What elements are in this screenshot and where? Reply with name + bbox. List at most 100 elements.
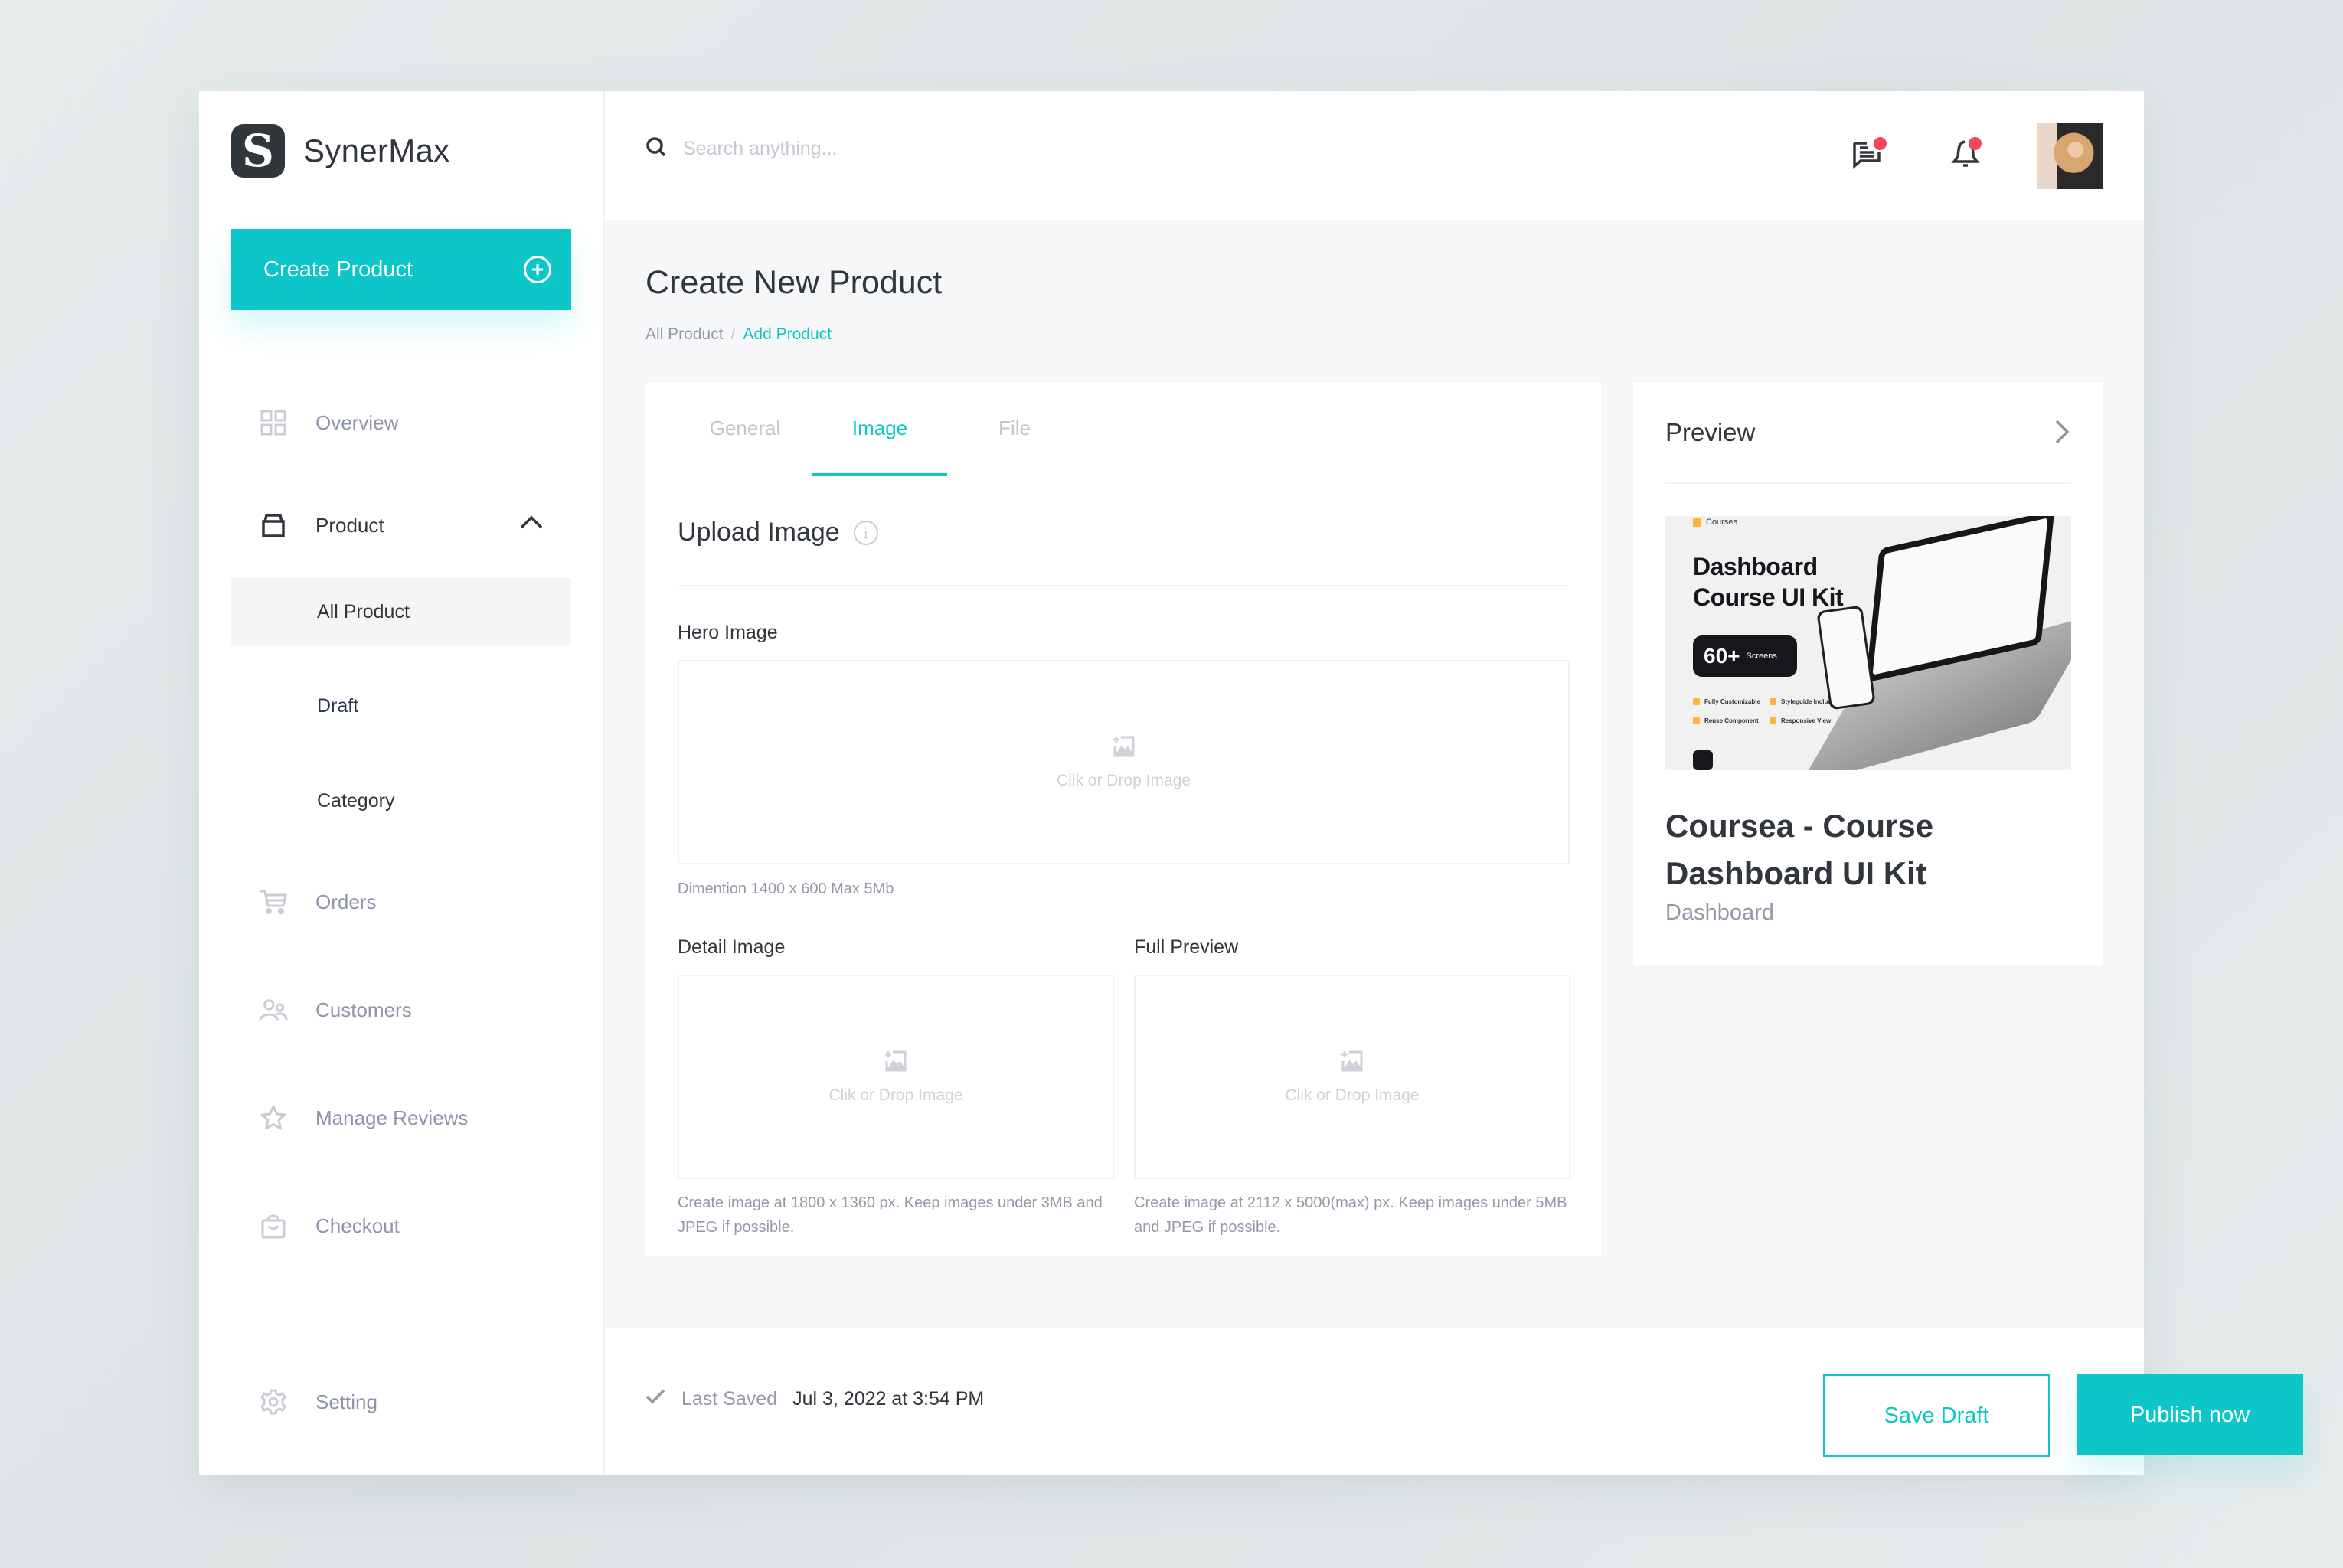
sidebar-item-label: Product (315, 513, 384, 537)
search-input[interactable] (683, 138, 1142, 160)
dropzone-text: Clik or Drop Image (1056, 772, 1191, 789)
grid-icon (259, 408, 288, 437)
publish-button[interactable]: Publish now (2077, 1374, 2303, 1455)
create-product-label: Create Product (263, 256, 413, 282)
add-image-icon (884, 1049, 908, 1077)
box-icon (259, 511, 288, 540)
save-draft-button[interactable]: Save Draft (1823, 1374, 2050, 1457)
user-avatar[interactable] (2037, 123, 2103, 189)
top-bar (605, 91, 2144, 220)
breadcrumb-add-product[interactable]: Add Product (743, 325, 832, 344)
sidebar-item-setting[interactable]: Setting (231, 1369, 571, 1435)
tab-image[interactable]: Image (812, 412, 947, 476)
brand-logo-icon (1693, 518, 1701, 527)
sidebar-subitem-all-product[interactable]: All Product (231, 578, 571, 645)
add-image-icon (1340, 1049, 1364, 1077)
tab-file[interactable]: File (947, 412, 1082, 476)
users-icon (259, 995, 288, 1024)
thumbnail-feature: Fully Customizable (1693, 698, 1760, 705)
full-preview-dropzone[interactable]: Clik or Drop Image (1134, 975, 1570, 1179)
last-saved-value: Jul 3, 2022 at 3:54 PM (792, 1388, 985, 1410)
sidebar-item-label: Overview (315, 410, 399, 434)
thumbnail-headline-line: Course UI Kit (1693, 583, 1844, 611)
sidebar-item-manage-reviews[interactable]: Manage Reviews (231, 1085, 571, 1151)
info-icon[interactable]: i (853, 520, 878, 545)
cart-icon (259, 887, 288, 916)
sidebar: S SynerMax Create Product + Overview Pro… (199, 91, 605, 1475)
search-bar[interactable] (645, 136, 1142, 162)
sidebar-item-label: Customers (315, 998, 412, 1021)
logo[interactable]: S SynerMax (231, 124, 449, 178)
thumbnail-headline: Dashboard Course UI Kit (1693, 551, 1844, 612)
search-icon (645, 136, 668, 162)
figma-icon (1693, 750, 1713, 770)
thumbnail-badge: 60+ Screens (1693, 635, 1797, 677)
app-name: SynerMax (303, 132, 450, 168)
detail-image-hint: Create image at 1800 x 1360 px. Keep ima… (678, 1194, 1103, 1236)
sidebar-item-label: Checkout (315, 1214, 400, 1237)
dropzone-text: Clik or Drop Image (1285, 1086, 1420, 1104)
sidebar-subitem-draft[interactable]: Draft (231, 672, 571, 740)
sidebar-item-label: Orders (315, 890, 377, 913)
sidebar-item-checkout[interactable]: Checkout (231, 1193, 571, 1259)
star-icon (259, 1103, 288, 1132)
thumbnail-brand: Coursea (1693, 518, 1738, 527)
badge-text: Screens (1746, 652, 1777, 661)
app-window: S SynerMax Create Product + Overview Pro… (199, 91, 2303, 1475)
sidebar-item-overview[interactable]: Overview (231, 390, 571, 456)
phone-illustration (1816, 605, 1876, 710)
section-title: Upload Image i (678, 518, 878, 547)
full-preview-hint: Create image at 2112 x 5000(max) px. Kee… (1134, 1194, 1567, 1236)
footer-bar: Last Saved Jul 3, 2022 at 3:54 PM Save D… (605, 1328, 2303, 1475)
check-icon (1770, 698, 1776, 705)
plus-circle-icon: + (524, 256, 551, 283)
breadcrumb-all-product[interactable]: All Product (645, 325, 724, 344)
thumbnail-feature: Responsive View (1770, 717, 1831, 724)
feature-text: Responsive View (1781, 717, 1832, 724)
feature-text: Reuse Component (1704, 717, 1759, 724)
detail-image-dropzone[interactable]: Clik or Drop Image (678, 975, 1114, 1179)
sidebar-item-customers[interactable]: Customers (231, 977, 571, 1043)
sidebar-item-label: Setting (315, 1390, 377, 1413)
page-title: Create New Product (645, 264, 943, 301)
hero-image-dropzone[interactable]: Clik or Drop Image (678, 660, 1570, 864)
preview-thumbnail[interactable]: Coursea Dashboard Course UI Kit 60+ Scre… (1665, 516, 2071, 770)
chevron-up-icon[interactable] (519, 514, 544, 534)
tab-general[interactable]: General (678, 412, 812, 476)
sidebar-item-orders[interactable]: Orders (231, 869, 571, 935)
divider (1665, 482, 2071, 484)
unread-dot (1874, 137, 1887, 150)
badge-number: 60+ (1704, 644, 1740, 668)
logo-icon: S (231, 124, 285, 178)
product-category: Dashboard (1665, 900, 1774, 925)
chevron-right-icon[interactable] (2053, 418, 2071, 449)
messages-button[interactable] (1851, 137, 1888, 174)
check-icon (1770, 717, 1776, 724)
bag-icon (259, 1211, 288, 1240)
full-preview-label: Full Preview (1134, 936, 1239, 958)
add-image-icon (1112, 734, 1136, 763)
thumbnail-brand-name: Coursea (1706, 518, 1738, 527)
gear-icon (259, 1387, 288, 1416)
sidebar-item-product[interactable]: Product (231, 492, 571, 558)
divider (678, 585, 1569, 586)
last-saved-status: Last Saved Jul 3, 2022 at 3:54 PM (645, 1388, 984, 1410)
create-product-button[interactable]: Create Product + (231, 229, 571, 310)
hero-image-hint: Dimention 1400 x 600 Max 5Mb (678, 880, 894, 897)
unread-dot (1969, 137, 1982, 150)
dropzone-text: Clik or Drop Image (828, 1086, 963, 1104)
check-icon (645, 1388, 666, 1410)
preview-card: Preview Coursea Dashboard Course UI Kit … (1633, 383, 2103, 965)
preview-title: Preview (1665, 418, 1756, 446)
detail-image-label: Detail Image (678, 936, 786, 958)
product-name: Coursea - Course Dashboard UI Kit (1665, 808, 1934, 891)
sidebar-subitem-category[interactable]: Category (231, 767, 571, 835)
phone-screen (1819, 607, 1874, 708)
check-icon (1693, 698, 1700, 705)
notifications-button[interactable] (1949, 137, 1986, 174)
tab-bar: General Image File (678, 412, 1082, 476)
feature-text: Fully Customizable (1704, 698, 1760, 705)
breadcrumb-separator: / (730, 325, 736, 343)
sidebar-item-label: Manage Reviews (315, 1106, 469, 1129)
hero-image-label: Hero Image (678, 622, 778, 643)
